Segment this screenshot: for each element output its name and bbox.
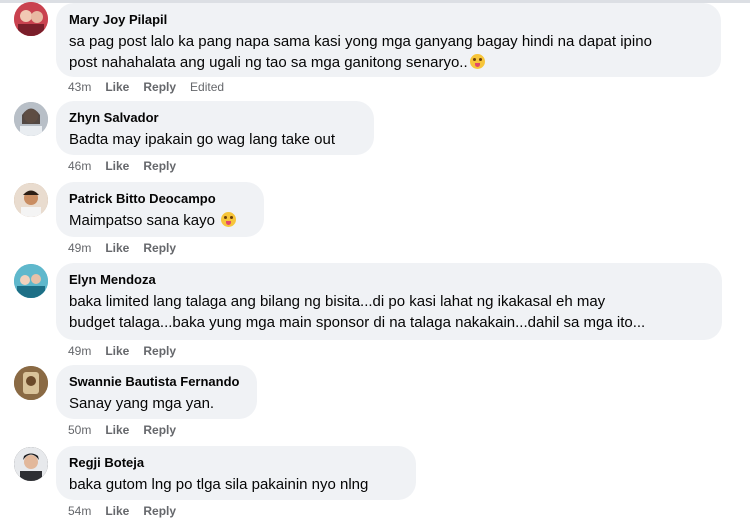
comment-meta: 49m Like Reply (68, 240, 190, 256)
comment-text-line-content: Maimpatso sana kayo (69, 212, 220, 229)
comment-bubble: Patrick Bitto Deocampo Maimpatso sana ka… (56, 182, 264, 237)
comment-text-line: budget talaga...baka yung mga main spons… (69, 314, 646, 331)
like-button[interactable]: Like (105, 240, 129, 256)
comment-text-line: sa pag post lalo ka pang napa sama kasi … (69, 33, 652, 50)
tongue-face-emoji-icon (469, 54, 485, 69)
like-button[interactable]: Like (105, 343, 129, 359)
comment-meta: 50m Like Reply (68, 422, 190, 438)
comment-bubble: Elyn Mendoza baka limited lang talaga an… (56, 263, 722, 340)
comment-author[interactable]: Regji Boteja (69, 454, 403, 471)
like-button[interactable]: Like (105, 503, 129, 519)
avatar[interactable] (14, 2, 48, 36)
like-button[interactable]: Like (105, 422, 129, 438)
comment-meta: 43m Like Reply Edited (68, 79, 238, 95)
comment-meta: 54m Like Reply (68, 503, 190, 519)
avatar[interactable] (14, 102, 48, 136)
like-button[interactable]: Like (105, 158, 129, 174)
comment-text: Maimpatso sana kayo (69, 210, 251, 231)
comment-text-line: baka gutom lng po tlga sila pakainin nyo… (69, 476, 369, 493)
comment-author[interactable]: Zhyn Salvador (69, 109, 361, 126)
reply-button[interactable]: Reply (143, 343, 176, 359)
comment-author[interactable]: Elyn Mendoza (69, 271, 709, 288)
comment-author[interactable]: Swannie Bautista Fernando (69, 373, 244, 390)
comment-author[interactable]: Mary Joy Pilapil (69, 11, 708, 28)
comment-bubble: Swannie Bautista Fernando Sanay yang mga… (56, 365, 257, 419)
reply-button[interactable]: Reply (143, 158, 176, 174)
avatar[interactable] (14, 183, 48, 217)
comment-meta: 49m Like Reply (68, 343, 190, 359)
comment-text: baka limited lang talaga ang bilang ng b… (69, 291, 709, 333)
comment-author[interactable]: Patrick Bitto Deocampo (69, 190, 251, 207)
avatar[interactable] (14, 366, 48, 400)
comment-text: Badta may ipakain go wag lang take out (69, 129, 361, 150)
comment-timestamp[interactable]: 46m (68, 158, 91, 174)
comment-timestamp[interactable]: 49m (68, 343, 91, 359)
comment-timestamp[interactable]: 49m (68, 240, 91, 256)
comment-text-line: Badta may ipakain go wag lang take out (69, 131, 336, 148)
comment-text: Sanay yang mga yan. (69, 393, 244, 414)
comment-bubble: Zhyn Salvador Badta may ipakain go wag l… (56, 101, 374, 155)
comment-bubble: Mary Joy Pilapil sa pag post lalo ka pan… (56, 3, 721, 77)
avatar[interactable] (14, 264, 48, 298)
comment-timestamp[interactable]: 43m (68, 79, 91, 95)
comment-bubble: Regji Boteja baka gutom lng po tlga sila… (56, 446, 416, 500)
comment-timestamp[interactable]: 50m (68, 422, 91, 438)
comment-text-line-content: post nahahalata ang ugali ng tao sa mga … (69, 54, 468, 71)
comment-text: baka gutom lng po tlga sila pakainin nyo… (69, 474, 403, 495)
reply-button[interactable]: Reply (143, 422, 176, 438)
comment-text-line: Maimpatso sana kayo (69, 210, 251, 231)
comment-meta: 46m Like Reply (68, 158, 190, 174)
reply-button[interactable]: Reply (143, 79, 176, 95)
comment-text: sa pag post lalo ka pang napa sama kasi … (69, 31, 708, 73)
reply-button[interactable]: Reply (143, 240, 176, 256)
avatar[interactable] (14, 447, 48, 481)
comment-text-line: baka limited lang talaga ang bilang ng b… (69, 293, 606, 310)
reply-button[interactable]: Reply (143, 503, 176, 519)
comment-timestamp[interactable]: 54m (68, 503, 91, 519)
comment-text-line: post nahahalata ang ugali ng tao sa mga … (69, 52, 708, 73)
comment-text-line: Sanay yang mga yan. (69, 395, 215, 412)
like-button[interactable]: Like (105, 79, 129, 95)
tongue-face-emoji-icon (221, 212, 237, 227)
edited-label[interactable]: Edited (190, 79, 224, 95)
